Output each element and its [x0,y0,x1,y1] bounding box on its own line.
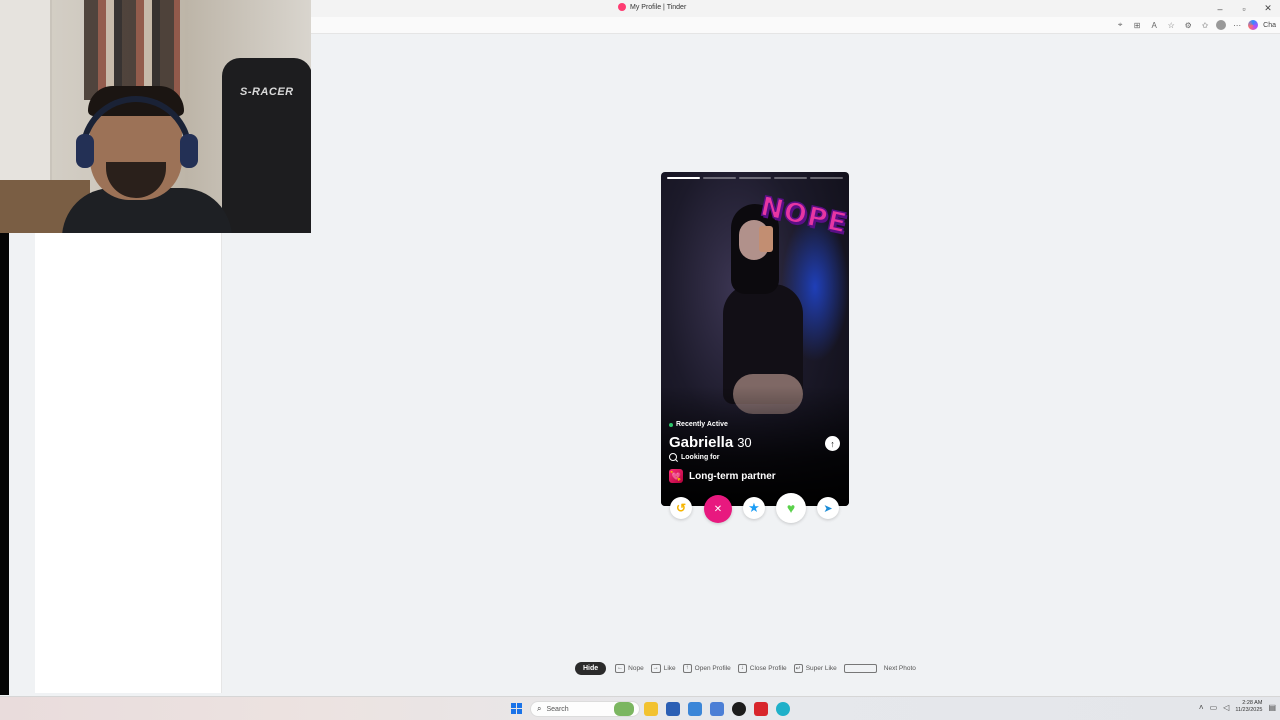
clock[interactable]: 2:28 AM 11/23/2025 [1235,700,1262,714]
webcam-overlay: S-RACER [0,0,311,233]
webcam-shelf [84,0,180,100]
location-icon[interactable]: ⌖ [1114,19,1126,31]
volume-icon[interactable]: ◁ [1223,703,1229,712]
shortcut-like: → Like [650,663,676,673]
recording-app-icon[interactable] [754,702,768,716]
shortcut-like-label: Like [663,664,676,672]
collections-icon[interactable]: ✩ [1199,19,1211,31]
boost-button[interactable]: ➤ [817,497,839,519]
copilot-icon[interactable] [1248,20,1259,30]
profile-name-row: Gabriella 30 [669,434,752,451]
shortcut-open-profile: ↑ Open Profile [682,663,731,673]
looking-for-row: Looking for [669,453,720,461]
window-controls: – ▫ ✕ [1208,0,1280,17]
close-window-button[interactable]: ✕ [1256,0,1280,17]
webcam-streamer [62,86,232,233]
shortcut-super-like: ↵ Super Like [793,663,837,673]
system-tray: ˄ ▭ ◁ 2:28 AM 11/23/2025 ▤ [1199,700,1276,714]
edge-browser-icon[interactable] [776,702,790,716]
left-arrow-key-icon: ← [615,663,626,673]
looking-for-label: Looking for [681,453,720,461]
more-icon[interactable]: ⋯ [1231,19,1243,31]
read-aloud-icon[interactable]: A [1148,19,1160,31]
extensions-icon[interactable]: ⚙ [1182,19,1194,31]
photo-progress-segment[interactable] [774,177,808,179]
tinder-favicon-icon [618,3,626,11]
chair-brand-logo: S-RACER [240,86,294,98]
photo-progress-segment[interactable] [702,177,736,179]
network-icon[interactable]: ▭ [1210,703,1218,712]
webcam-door [0,0,52,180]
notification-icon[interactable]: ▤ [1268,703,1276,712]
relationship-goal-row: 💘 Long-term partner [669,469,776,483]
enter-key-icon: ↵ [793,663,803,673]
shortcut-nope: ← Nope [615,663,644,673]
minimize-button[interactable]: – [1208,0,1232,17]
copilot-label[interactable]: Cha [1263,22,1276,29]
tab-title-text: My Profile | Tinder [630,3,687,11]
keyboard-shortcuts-bar: Hide ← Nope → Like ↑ Open Profile ↓ Clos… [575,661,923,675]
photo-progress-segment[interactable] [667,177,700,179]
open-profile-button[interactable]: ↑ [825,436,840,451]
photo-progress-segment[interactable] [738,177,772,179]
taskbar-search-placeholder: Search [546,705,569,713]
relationship-goal-text: Long-term partner [689,470,776,482]
hide-shortcuts-button[interactable]: Hide [575,661,607,675]
clock-date: 11/23/2025 [1235,707,1263,713]
shortcut-close-profile: ↓ Close Profile [737,663,787,673]
recently-active-text: Recently Active [676,421,728,428]
shortcut-open-profile-label: Open Profile [694,664,731,672]
shortcut-next-photo-label: Next Photo [883,664,916,672]
apps-icon[interactable]: ⊞ [1131,19,1143,31]
online-dot-icon [669,422,673,427]
super-like-button[interactable]: ★ [743,497,765,519]
up-arrow-key-icon: ↑ [682,663,692,673]
left-edge-stripe [0,233,9,695]
maximize-button[interactable]: ▫ [1232,0,1256,17]
like-button[interactable]: ♥ [776,493,806,523]
store-icon[interactable] [666,702,680,716]
browser-tab[interactable]: My Profile | Tinder [618,3,686,11]
profile-avatar[interactable] [1216,20,1227,30]
shortcut-super-like-label: Super Like [805,664,837,672]
vpn-icon[interactable] [710,702,724,716]
search-icon: ⌕ [537,704,542,713]
file-explorer-icon[interactable] [644,702,658,716]
nope-button[interactable]: ✕ [704,495,732,523]
sidebar-panel [35,233,222,693]
profile-card[interactable]: NOPE Recently Active Gabriella 30 ↑ Look… [661,172,849,506]
obs-icon[interactable] [732,702,746,716]
profile-age: 30 [737,435,752,450]
swipe-action-bar: ↺ ✕ ★ ♥ ➤ [661,493,849,523]
down-arrow-key-icon: ↓ [737,663,747,673]
right-arrow-key-icon: → [650,663,661,673]
clock-time: 2:28 AM [1242,700,1263,706]
profile-name: Gabriella [669,434,734,451]
webcam-gaming-chair [222,58,311,233]
search-icon [669,453,677,461]
rewind-button[interactable]: ↺ [670,497,692,519]
widgets-icon[interactable] [614,702,634,716]
chevron-up-icon[interactable]: ˄ [1199,703,1204,712]
shortcut-close-profile-label: Close Profile [749,664,787,672]
windows-taskbar: ⌕ Search ˄ ▭ ◁ 2:28 AM 11/23/2025 ▤ [0,696,1280,720]
photo-progress-segment[interactable] [810,177,843,179]
photo-progress-bar[interactable] [667,177,843,179]
windows-start-icon[interactable] [511,703,522,714]
favorite-icon[interactable]: ☆ [1165,19,1177,31]
shortcut-next-photo: Next Photo [843,663,916,673]
app-icon[interactable] [688,702,702,716]
spacebar-key-icon [843,663,877,673]
cupid-heart-icon: 💘 [669,469,683,483]
shortcut-nope-label: Nope [628,664,644,672]
recently-active-badge: Recently Active [669,421,728,428]
